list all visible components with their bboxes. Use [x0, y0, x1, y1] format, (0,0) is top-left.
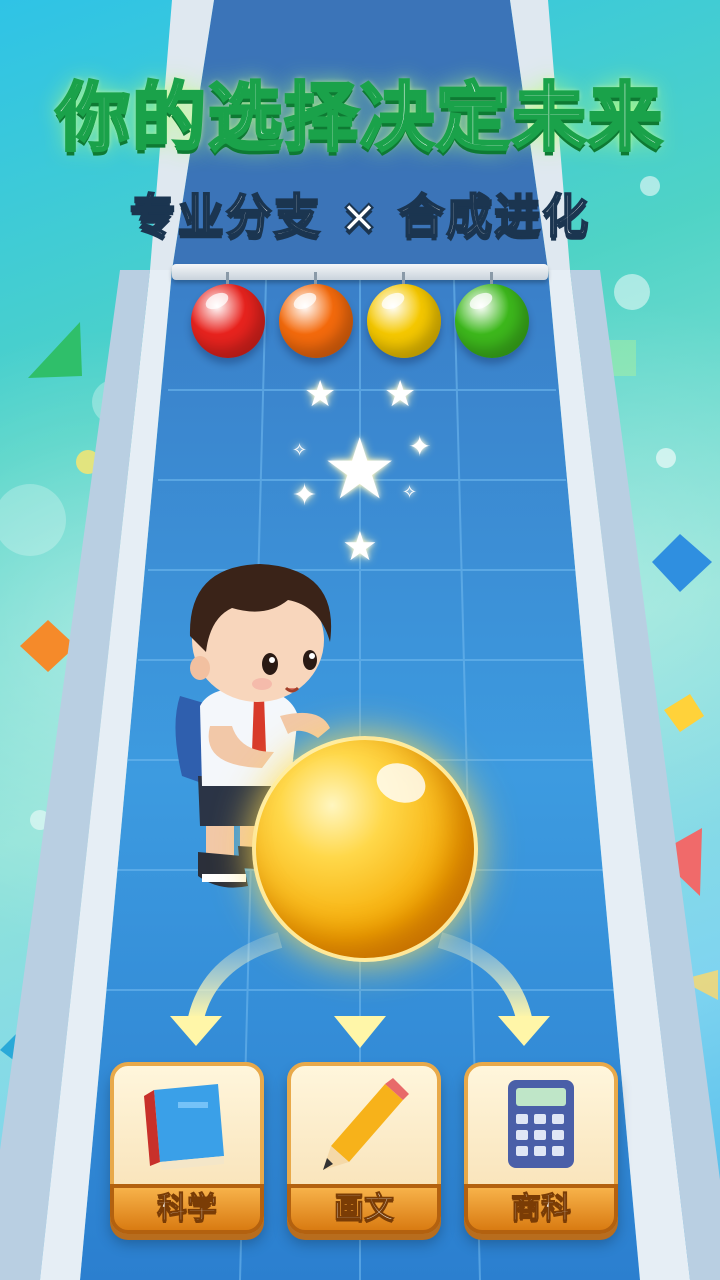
choice-card-science[interactable]: 科学 [110, 1062, 264, 1234]
arrow-left-icon [170, 1016, 222, 1046]
choice-label-business: 商科 [464, 1184, 618, 1234]
choice-label-arts: 画文 [287, 1184, 441, 1234]
pencil-icon [323, 1078, 409, 1170]
book-icon [144, 1084, 224, 1170]
arrow-right-icon [498, 1016, 550, 1046]
arrow-down-icon [334, 1016, 386, 1048]
choice-card-business[interactable]: 商科 [464, 1062, 618, 1234]
calculator-icon [508, 1080, 574, 1168]
choice-card-arts[interactable]: 画文 [287, 1062, 441, 1234]
choice-label-science: 科学 [110, 1184, 264, 1234]
